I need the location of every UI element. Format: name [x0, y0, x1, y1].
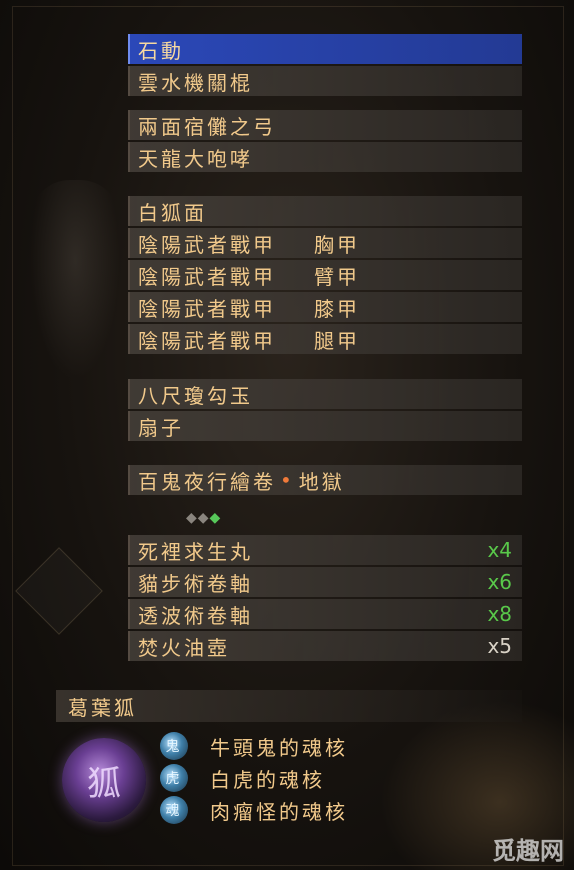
fox-spirit-icon: 狐	[87, 763, 121, 804]
soul-core-icon: 虎	[160, 764, 188, 792]
set-name: 百鬼夜行繪卷	[138, 469, 276, 494]
soul-core-item[interactable]: 鬼 牛頭鬼的魂核	[160, 730, 348, 762]
armor-part: 膝甲	[314, 296, 360, 321]
soul-core-icon: 魂	[160, 796, 188, 824]
item-name: 白狐面	[138, 200, 207, 225]
list-item[interactable]: 陰陽武者戰甲 胸甲	[128, 228, 522, 258]
item-name: 透波術卷軸	[138, 603, 253, 628]
site-watermark: 觅趣网	[492, 837, 564, 865]
item-quantity: x6	[487, 570, 512, 594]
item-name: 兩面宿儺之弓	[138, 114, 276, 139]
list-item[interactable]: 貓步術卷軸 x6	[128, 567, 522, 597]
item-name: 扇子	[138, 415, 184, 440]
accessory-list: 八尺瓊勾玉 扇子	[128, 379, 522, 443]
item-name: 死裡求生丸	[138, 539, 253, 564]
armor-part: 臂甲	[314, 264, 360, 289]
background-warrior-silhouette	[30, 180, 120, 380]
list-item[interactable]: 八尺瓊勾玉	[128, 379, 522, 409]
item-name: 八尺瓊勾玉	[138, 383, 253, 408]
item-name: 焚火油壺	[138, 635, 230, 660]
item-quantity: x5	[487, 634, 512, 658]
item-name: 貓步術卷軸	[138, 571, 253, 596]
item-name: 石動	[138, 38, 184, 63]
item-name: 天龍大咆哮	[138, 146, 253, 171]
item-name: 陰陽武者戰甲	[138, 328, 276, 353]
list-item[interactable]: 天龍大咆哮	[128, 142, 522, 172]
soul-core-list: 鬼 牛頭鬼的魂核 虎 白虎的魂核 魂 肉瘤怪的魂核	[160, 730, 348, 826]
soul-core-item[interactable]: 虎 白虎的魂核	[160, 762, 348, 794]
item-name: 陰陽武者戰甲	[138, 264, 276, 289]
ranged-weapon-list: 兩面宿儺之弓 天龍大咆哮	[128, 110, 522, 174]
item-name: 陰陽武者戰甲	[138, 232, 276, 257]
consumable-list: 死裡求生丸 x4 貓步術卷軸 x6 透波術卷軸 x8 焚火油壺 x5	[128, 535, 522, 663]
list-item[interactable]: 死裡求生丸 x4	[128, 535, 522, 565]
soul-core-icon: 鬼	[160, 732, 188, 760]
list-item[interactable]: 焚火油壺 x5	[128, 631, 522, 661]
list-item[interactable]: 陰陽武者戰甲 腿甲	[128, 324, 522, 354]
soul-core-label: 牛頭鬼的魂核	[210, 735, 348, 760]
set-bonus-row[interactable]: 百鬼夜行繪卷 • 地獄	[128, 465, 522, 495]
list-item[interactable]: 陰陽武者戰甲 臂甲	[128, 260, 522, 290]
guardian-spirit-orb-icon: 狐	[62, 738, 146, 822]
item-quantity: x4	[487, 538, 512, 562]
armor-list: 白狐面 陰陽武者戰甲 胸甲 陰陽武者戰甲 臂甲 陰陽武者戰甲 膝甲 陰陽武者戰甲…	[128, 196, 522, 356]
separator-dot: •	[280, 468, 295, 492]
list-item[interactable]: 白狐面	[128, 196, 522, 226]
set-tier: 地獄	[298, 469, 345, 494]
gem-indicator: ◆◆◆	[186, 510, 221, 526]
soul-core-item[interactable]: 魂 肉瘤怪的魂核	[160, 794, 348, 826]
list-item[interactable]: 兩面宿儺之弓	[128, 110, 522, 140]
list-item[interactable]: 陰陽武者戰甲 膝甲	[128, 292, 522, 322]
weapon-list: 石動 雲水機關棍	[128, 34, 522, 98]
set-bonus-list: 百鬼夜行繪卷 • 地獄	[128, 465, 522, 497]
armor-part: 腿甲	[314, 328, 360, 353]
list-item[interactable]: 雲水機關棍	[128, 66, 522, 96]
armor-part: 胸甲	[314, 232, 360, 257]
soul-core-label: 肉瘤怪的魂核	[210, 799, 348, 824]
list-item-selected[interactable]: 石動	[128, 34, 522, 64]
grey-gem-icon: ◆◆	[186, 510, 210, 526]
list-item[interactable]: 透波術卷軸 x8	[128, 599, 522, 629]
item-name: 陰陽武者戰甲	[138, 296, 276, 321]
guardian-spirit-title[interactable]: 葛葉狐	[56, 690, 522, 722]
green-gem-icon: ◆	[209, 510, 222, 526]
item-name: 雲水機關棍	[138, 70, 253, 95]
soul-core-label: 白虎的魂核	[210, 767, 325, 792]
list-item[interactable]: 扇子	[128, 411, 522, 441]
item-quantity: x8	[487, 602, 512, 626]
guardian-spirit-name: 葛葉狐	[68, 695, 137, 720]
